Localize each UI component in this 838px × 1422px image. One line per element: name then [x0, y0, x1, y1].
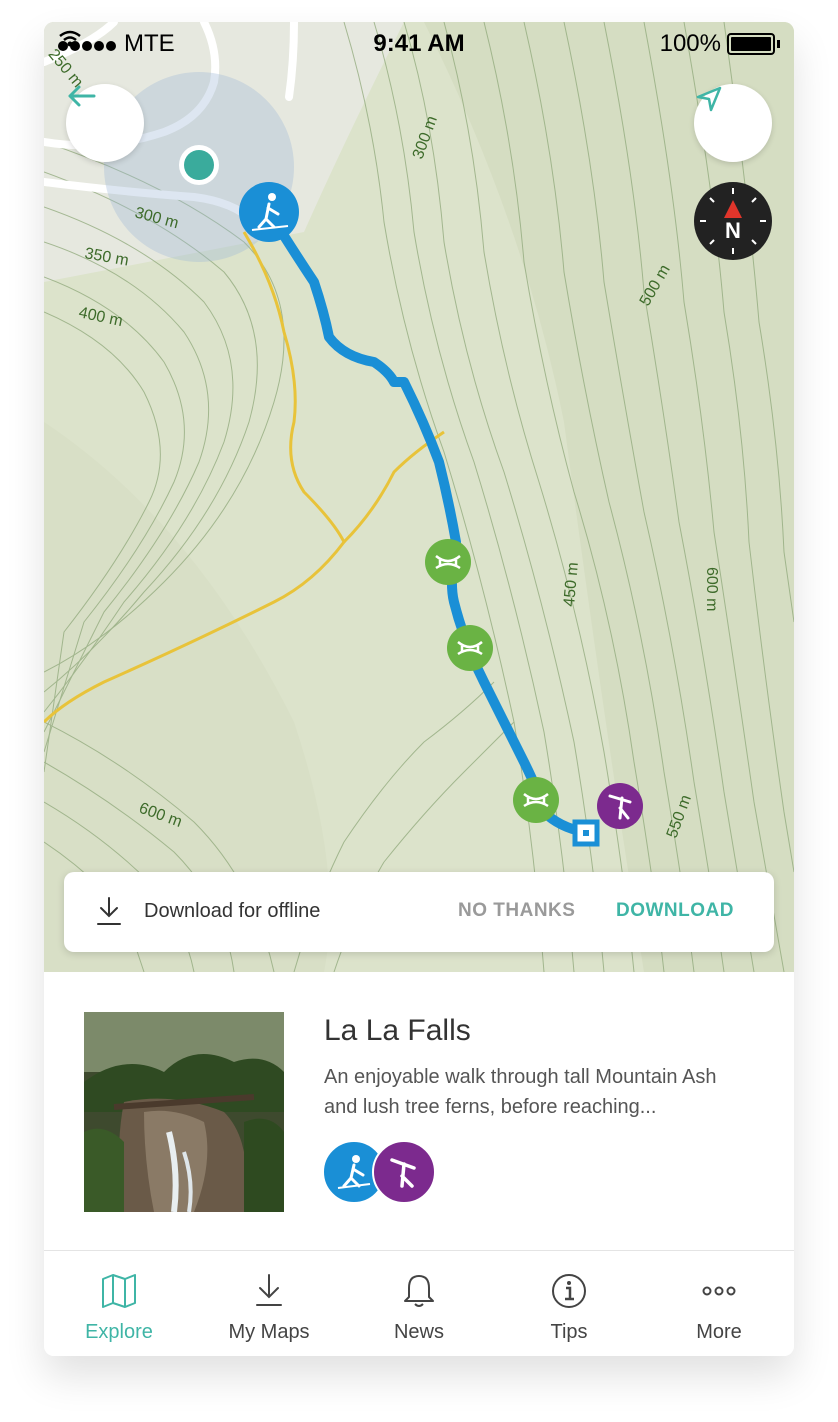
more-icon: [702, 1286, 736, 1296]
contour-label: 600 m: [703, 567, 720, 611]
battery-icon: [727, 33, 775, 55]
tab-news[interactable]: News: [344, 1251, 494, 1356]
tab-label: My Maps: [228, 1321, 310, 1343]
map-canvas: 250 m 300 m 300 m 350 m 400 m 450 m 500 …: [44, 22, 794, 972]
download-button[interactable]: DOWNLOAD: [616, 900, 734, 922]
tab-label: Tips: [550, 1321, 588, 1343]
tab-explore[interactable]: Explore: [44, 1251, 194, 1356]
tab-bar: Explore My Maps News Tips More: [44, 1250, 794, 1356]
navigation-arrow-icon: [696, 86, 722, 112]
locate-me-button[interactable]: [694, 84, 772, 162]
trail-map[interactable]: 250 m 300 m 300 m 350 m 400 m 450 m 500 …: [44, 22, 794, 972]
back-arrow-icon: [68, 85, 96, 107]
no-thanks-button[interactable]: NO THANKS: [458, 900, 575, 922]
walk-card[interactable]: La La Falls An enjoyable walk through ta…: [44, 972, 794, 1250]
walk-description: An enjoyable walk through tall Mountain …: [324, 1066, 717, 1118]
status-bar: MTE 9:41 AM 100%: [44, 22, 794, 64]
bridge-icon: [447, 625, 493, 671]
app-screen: 250 m 300 m 300 m 350 m 400 m 450 m 500 …: [44, 22, 794, 1356]
banner-label: Download for offline: [144, 900, 321, 922]
tab-label: Explore: [85, 1321, 153, 1343]
tab-label: More: [696, 1321, 742, 1343]
lookout-badge: [372, 1140, 436, 1204]
bridge-icon: [513, 777, 559, 823]
tab-more[interactable]: More: [644, 1251, 794, 1356]
info-icon: [552, 1274, 586, 1308]
tab-tips[interactable]: Tips: [494, 1251, 644, 1356]
lookout-icon: [390, 1158, 416, 1188]
walk-photo: [84, 1012, 284, 1212]
hiker-icon: [239, 182, 299, 242]
map-icon: [102, 1274, 136, 1308]
tab-my-maps[interactable]: My Maps: [194, 1251, 344, 1356]
walk-title: La La Falls: [324, 1014, 471, 1047]
back-button[interactable]: [66, 84, 144, 162]
compass-north-label: N: [725, 218, 741, 243]
battery-indicator: 100%: [660, 30, 780, 58]
tab-label: News: [393, 1321, 444, 1343]
download-icon: [256, 1274, 282, 1306]
compass-button[interactable]: N: [694, 182, 772, 260]
lookout-icon: [597, 783, 643, 829]
download-icon: [97, 897, 121, 925]
bridge-icon: [425, 539, 471, 585]
bell-icon: [404, 1275, 434, 1307]
offline-download-banner: Download for offline NO THANKS DOWNLOAD: [64, 872, 774, 952]
battery-percent: 100%: [659, 30, 721, 57]
